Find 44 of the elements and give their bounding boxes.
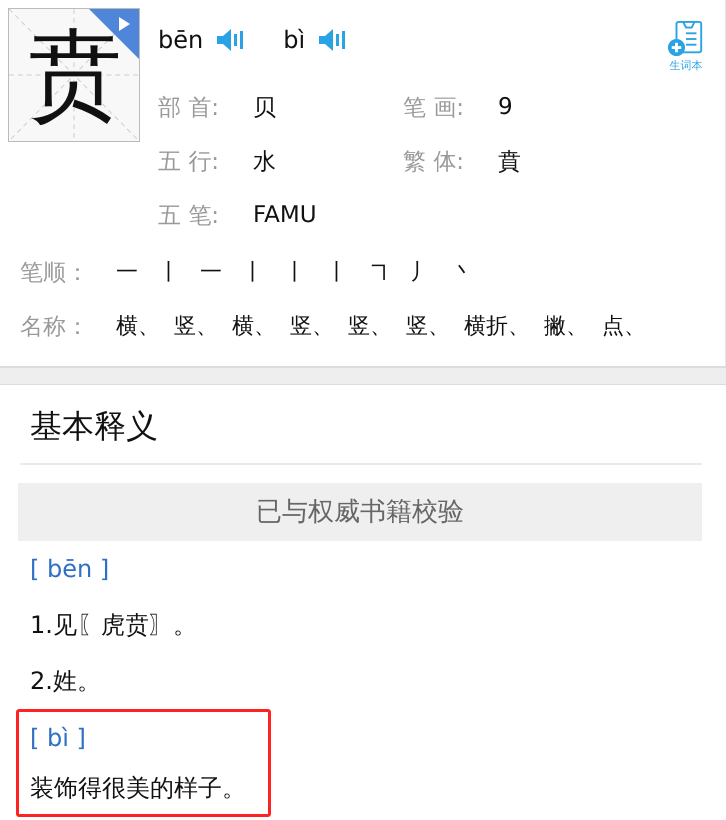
speaker-icon[interactable] xyxy=(217,28,246,52)
stroke-glyph: 一 xyxy=(200,259,223,287)
pinyin-text: bēn xyxy=(158,26,204,54)
info-label: 五 笔: xyxy=(158,202,220,230)
stroke-glyph: 丨 xyxy=(242,259,265,287)
stroke-glyph: 一 xyxy=(116,259,139,287)
verified-banner: 已与权威书籍校验 xyxy=(18,483,702,541)
stroke-glyph: 丨 xyxy=(326,259,349,287)
stroke-glyph: 丶 xyxy=(452,259,475,287)
stroke-name: 横折、 xyxy=(464,313,530,341)
info-value: 水 xyxy=(253,148,276,176)
stroke-name: 竖、 xyxy=(348,313,392,341)
stroke-name: 撇、 xyxy=(544,313,588,341)
reading-pinyin: [ bēn ] xyxy=(30,554,110,585)
stroke-name: 竖、 xyxy=(174,313,218,341)
info-label: 部 首: xyxy=(158,94,220,122)
definition-text: 装饰得很美的样子。 xyxy=(30,773,247,804)
stroke-names-label: 名称： xyxy=(20,312,90,342)
speaker-icon[interactable] xyxy=(319,28,348,52)
stroke-glyph: ㇕ xyxy=(368,259,391,287)
notebook-add-icon xyxy=(667,20,705,58)
stroke-name: 竖、 xyxy=(406,313,450,341)
stroke-order-label: 笔顺： xyxy=(20,258,90,288)
info-value: 9 xyxy=(498,94,513,120)
stroke-name: 竖、 xyxy=(290,313,334,341)
definition-text: 1.见〖虎贲〗。 xyxy=(30,610,198,641)
character-glyph: 贲 xyxy=(26,27,122,123)
reading-pinyin: [ bì ] xyxy=(30,723,87,754)
info-label: 繁 体: xyxy=(403,148,466,176)
info-value: FAMU xyxy=(253,202,317,228)
stroke-name: 横、 xyxy=(116,313,160,341)
info-value: 賁 xyxy=(498,148,521,176)
pinyin-text: bì xyxy=(283,26,306,54)
stroke-glyph: 丿 xyxy=(410,259,433,287)
section-title: 基本释义 xyxy=(29,406,159,441)
stroke-name: 横、 xyxy=(232,313,276,341)
wordbook-button[interactable]: 生词本 xyxy=(667,20,705,73)
info-value: 贝 xyxy=(253,94,276,122)
stroke-glyph: 丨 xyxy=(158,259,181,287)
definition-text: 2.姓。 xyxy=(30,666,102,697)
info-label: 五 行: xyxy=(158,148,220,176)
stroke-glyph: 丨 xyxy=(284,259,307,287)
info-label: 笔 画: xyxy=(403,94,466,122)
stroke-name: 点、 xyxy=(602,313,646,341)
